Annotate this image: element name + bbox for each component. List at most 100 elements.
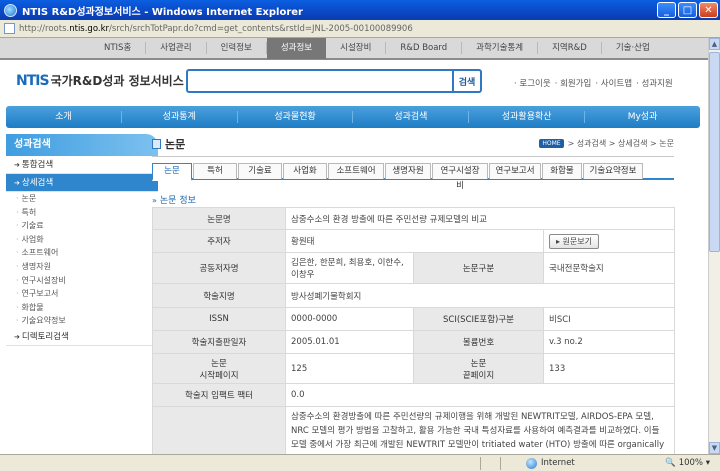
support-link[interactable]: · 성과지원 [636,77,673,89]
sci-label: SCI(SCIE포함)구분 [413,307,544,331]
sidebar-item-royalty[interactable]: · 기술료 [6,219,158,233]
issn-value: 0000-0000 [285,307,414,331]
sidebar-item-software[interactable]: · 소프트웨어 [6,246,158,260]
startpage-value: 125 [285,353,414,384]
sidebar-item-commercialization[interactable]: · 사업화 [6,233,158,247]
impact-value: 0.0 [284,383,676,407]
view-original-button[interactable]: ▸ 원문보기 [549,233,599,249]
double-arrow-icon: » [152,196,157,205]
page-icon [4,23,15,34]
paper-name-value: 삼중수소의 환경 방출에 따른 주민선량 규제모델의 비교 [284,207,676,230]
tab-equipment[interactable]: 연구시설장비 [432,163,488,191]
magnifier-icon: 🔍 [665,458,676,468]
scrollbar-thumb[interactable] [709,52,720,252]
chevron-down-icon: ▾ [705,458,710,468]
title-divider [152,156,674,157]
mainnav-spread[interactable]: 성과활용확산 [469,111,586,123]
issn-label: ISSN [152,307,286,331]
breadcrumb: HOME > 성과검색 > 상세검색 > 논문 [539,138,674,149]
document-icon [152,139,161,149]
result-type-tabs: 논문 특허 기술료 사업화 소프트웨어 생명자원 연구시설장비 연구보고서 화합… [152,163,674,191]
site-logo[interactable]: NTIS 국가R&D성과 정보서비스 [16,72,184,89]
mainnav-stats[interactable]: 성과통계 [122,111,238,123]
tab-software[interactable]: 소프트웨어 [328,163,384,179]
tab-compound[interactable]: 화합물 [542,163,582,179]
sidebar-item-paper[interactable]: · 논문 [6,192,158,206]
sitemap-link[interactable]: · 사이트맵 [595,77,632,89]
paper-info-table: 논문명 삼중수소의 환경 방출에 따른 주민선량 규제모델의 비교 주저자 황원… [152,207,676,454]
type-value: 국내전문학술지 [542,252,676,284]
table-row: 학술지 임팩트 팩터 0.0 [152,383,676,407]
tab-commercialization[interactable]: 사업화 [283,163,327,179]
topmenu-ntis-home[interactable]: NTIS홈 [90,42,147,54]
logout-link[interactable]: · 로그이웃 [514,77,551,89]
search-button[interactable]: 검색 [454,69,482,93]
tab-patent[interactable]: 특허 [193,163,237,179]
topmenu-rd-board[interactable]: R&D Board [386,42,463,54]
address-url[interactable]: http://roots.ntis.go.kr/srch/srchTotPapr… [19,24,413,34]
tab-tech-summary[interactable]: 기술요약정보 [583,163,643,179]
impact-label: 학술지 임팩트 팩터 [152,383,286,407]
window-title: NTIS R&D성과정보서비스 - Windows Internet Explo… [22,6,303,18]
paper-name-label: 논문명 [152,207,286,230]
address-bar[interactable]: http://roots.ntis.go.kr/srch/srchTotPapr… [0,20,720,38]
table-row: 공동저자명 김은한, 한문희, 최용호, 이한수, 이창우 논문구분 국내전문학… [152,252,676,284]
topmenu-tech-industry[interactable]: 기술·산업 [602,42,664,54]
topmenu-equipment[interactable]: 시설장비 [326,42,387,54]
sidebar-detail-search[interactable]: ➔ 상세검색 [6,174,158,192]
home-icon[interactable]: HOME [539,139,564,148]
sidebar-item-tech-summary[interactable]: · 기술요약정보 [6,314,158,328]
journal-value: 방사성폐기물학회지 [284,283,676,308]
sidebar-item-report[interactable]: · 연구보고서 [6,287,158,301]
sidebar-directory-search[interactable]: ➔ 디렉토리검색 [6,328,158,346]
tab-royalty[interactable]: 기술료 [238,163,282,179]
startpage-label: 논문 시작페이지 [152,353,286,384]
minimize-button[interactable]: _ [657,2,676,18]
mainnav-intro[interactable]: 소개 [6,111,122,123]
sidebar-item-equipment[interactable]: · 연구시설장비 [6,274,158,288]
window-titlebar: NTIS R&D성과정보서비스 - Windows Internet Explo… [0,0,720,20]
topmenu-project[interactable]: 사업관리 [146,42,207,54]
web-page: NTIS홈 사업관리 인력정보 성과정보 시설장비 R&D Board 과학기술… [0,38,708,454]
utility-links: · 로그이웃 · 회원가입 · 사이트맵 · 성과지원 [514,77,677,89]
top-menu: NTIS홈 사업관리 인력정보 성과정보 시설장비 R&D Board 과학기술… [0,38,708,60]
tab-paper[interactable]: 논문 [152,163,192,181]
abstract-value: 삼중수소의 환경방출에 따른 주민선량의 규제이행을 위해 개발된 NEWTRI… [284,406,676,454]
endpage-value: 133 [542,353,676,384]
orig-cell: ▸ 원문보기 [542,229,676,253]
tab-report[interactable]: 연구보고서 [489,163,541,179]
site-name: 국가R&D성과 정보서비스 [50,74,184,88]
arrow-right-icon: ➔ [14,332,20,341]
section-title: » 논문 정보 [152,196,196,206]
abstract-label [152,406,286,454]
pubdate-label: 학술지출판일자 [152,330,286,354]
table-row: ISSN 0000-0000 SCI(SCIE포함)구분 비SCI [152,307,676,331]
table-row: 학술지출판일자 2005.01.01 볼륨번호 v.3 no.2 [152,330,676,354]
topmenu-statistics[interactable]: 과학기술통계 [462,42,539,54]
search-input[interactable] [186,69,454,93]
ie-app-icon [4,3,17,17]
scroll-down-icon[interactable]: ▼ [709,442,720,454]
scroll-up-icon[interactable]: ▲ [709,38,720,50]
signup-link[interactable]: · 회원가입 [555,77,592,89]
topmenu-regional[interactable]: 지역R&D [538,42,602,54]
close-button[interactable]: ✕ [699,2,718,18]
coauthor-value: 김은한, 한문희, 최용호, 이한수, 이창우 [285,252,414,284]
mainnav-status[interactable]: 성과물현황 [238,111,354,123]
sidebar-item-patent[interactable]: · 특허 [6,206,158,220]
topmenu-results[interactable]: 성과정보 [266,38,327,59]
maximize-button[interactable]: □ [678,2,697,18]
sidebar: 성과검색 ➔ 통합검색 ➔ 상세검색 · 논문 · 특허 · 기술료 · 사업화 · 소프트웨… [6,134,158,364]
sidebar-integrated-search[interactable]: ➔ 통합검색 [6,156,158,174]
tab-bioresource[interactable]: 생명자원 [385,163,431,179]
mainnav-my[interactable]: My성과 [585,111,700,123]
table-row: 논문 시작페이지 125 논문 끝페이지 133 [152,353,676,384]
globe-icon [526,457,537,469]
vertical-scrollbar[interactable]: ▲ ▼ [708,38,720,454]
mainnav-search[interactable]: 성과검색 [353,111,470,123]
sidebar-item-bioresource[interactable]: · 생명자원 [6,260,158,274]
sidebar-item-compound[interactable]: · 화합물 [6,301,158,315]
zoom-control[interactable]: 🔍 100% ▾ [665,458,710,468]
topmenu-people[interactable]: 인력정보 [207,42,267,54]
endpage-label: 논문 끝페이지 [413,353,544,384]
